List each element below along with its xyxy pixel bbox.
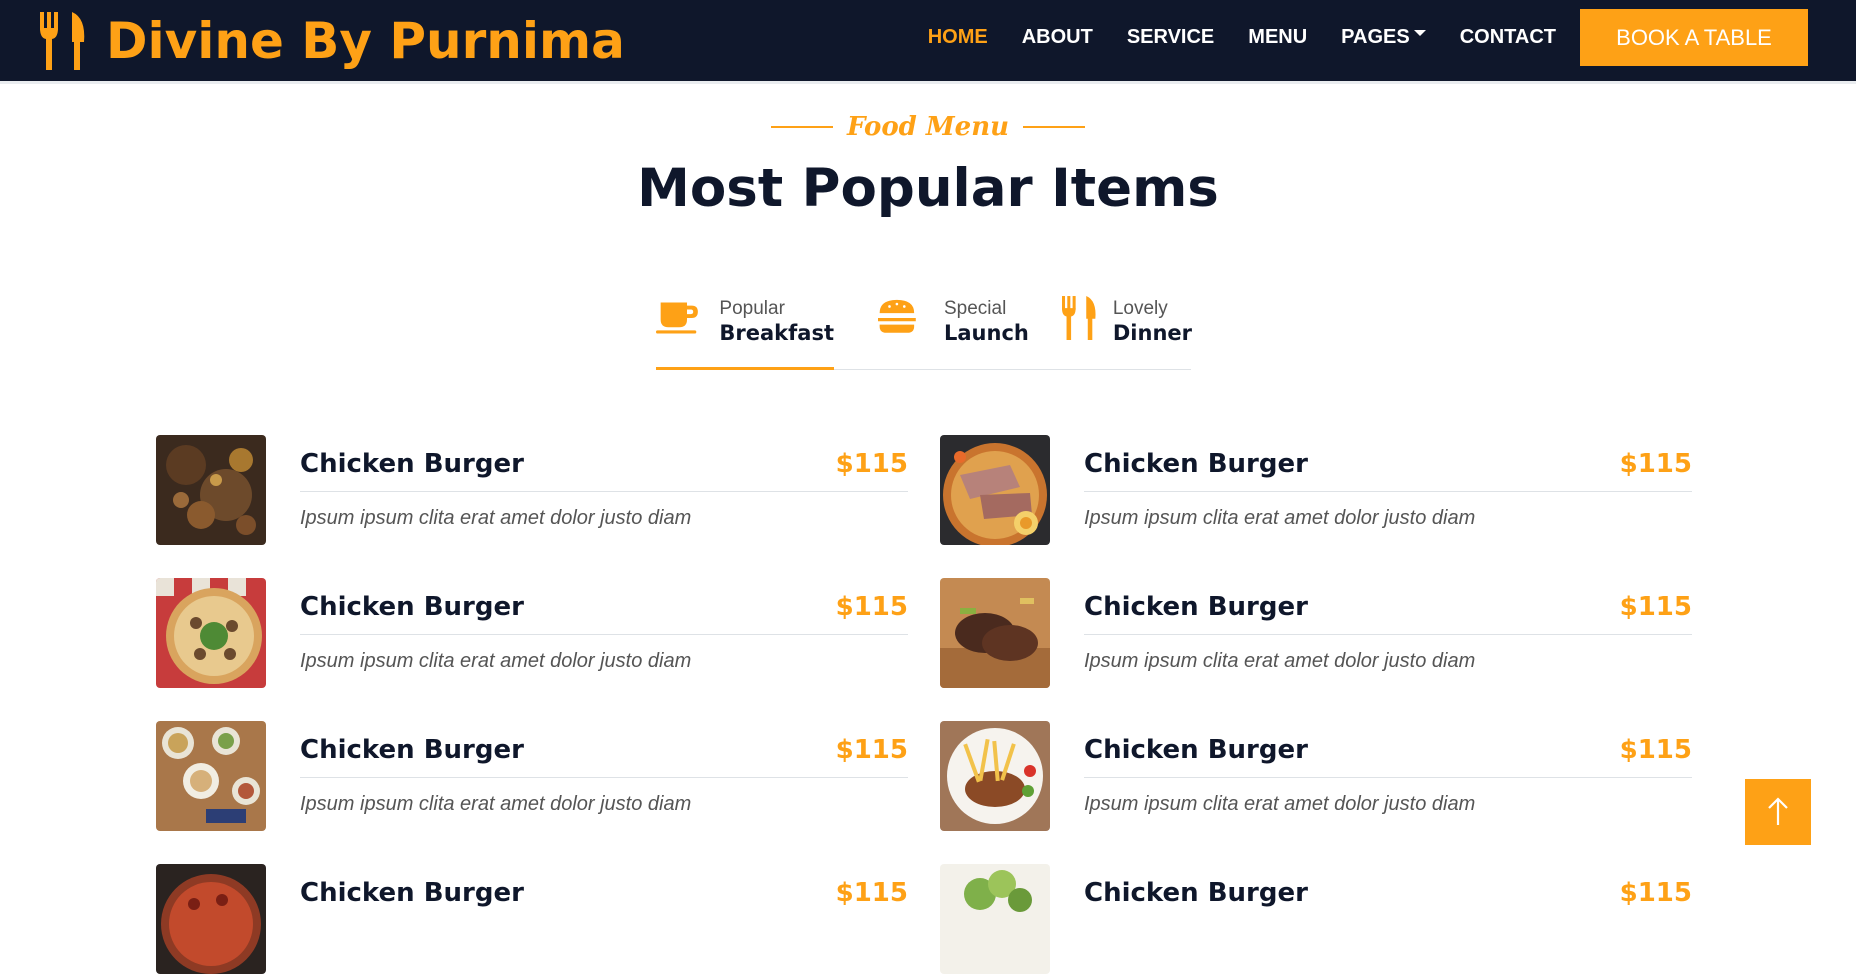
food-photo-pizza[interactable] <box>156 578 266 688</box>
menu-item: Chicken Burger $115 Ipsum ipsum clita er… <box>156 578 908 688</box>
item-price: $115 <box>1619 735 1692 765</box>
item-price: $115 <box>835 449 908 479</box>
nav-service[interactable]: SERVICE <box>1127 26 1214 49</box>
caret-down-icon <box>1413 30 1426 36</box>
tab-breakfast-text: Popular Breakfast <box>719 298 834 347</box>
tab-dinner-big: Dinner <box>1112 321 1192 345</box>
utensils-icon <box>40 12 85 70</box>
nav-menu[interactable]: MENU <box>1248 26 1307 49</box>
item-price: $115 <box>1619 592 1692 622</box>
tab-breakfast-small: Popular <box>719 298 785 319</box>
item-name: Chicken Burger <box>1084 449 1308 479</box>
subtitle-line-right <box>1023 126 1086 128</box>
item-name: Chicken Burger <box>300 592 524 622</box>
nav-contact[interactable]: CONTACT <box>1460 26 1556 49</box>
item-name: Chicken Burger <box>300 735 524 765</box>
item-description: Ipsum ipsum clita erat amet dolor justo … <box>300 793 692 815</box>
nav-home[interactable]: HOME <box>928 26 988 49</box>
tab-launch-text: Special Launch <box>944 298 1029 347</box>
food-photo-steak-fries[interactable] <box>940 721 1050 831</box>
nav-about[interactable]: ABOUT <box>1022 26 1093 49</box>
section-subtitle-row: Food Menu <box>0 112 1856 142</box>
subtitle-line-left <box>770 126 833 128</box>
brand-name: Divine By Purnima <box>106 12 625 70</box>
tab-dinner-text: Lovely Dinner <box>1113 298 1192 347</box>
nav-pages-label: PAGES <box>1341 25 1410 48</box>
menu-item: Chicken Burger $115 Ipsum ipsum clita er… <box>156 721 908 831</box>
brand-logo-link[interactable]: Divine By Purnima <box>40 6 625 76</box>
book-a-table-button[interactable]: BOOK A TABLE <box>1580 9 1808 66</box>
menu-item: Chicken Burger $115 <box>156 864 908 974</box>
tab-launch-small: Special <box>944 298 1007 319</box>
item-description: Ipsum ipsum clita erat amet dolor justo … <box>300 507 692 529</box>
section-subtitle: Food Menu <box>846 112 1010 142</box>
menu-item: Chicken Burger $115 Ipsum ipsum clita er… <box>940 578 1692 688</box>
arrow-up-icon <box>1768 797 1788 825</box>
utensils-icon <box>1062 296 1096 340</box>
tab-breakfast[interactable]: Popular Breakfast <box>656 286 834 370</box>
back-to-top-button[interactable] <box>1745 779 1811 845</box>
item-price: $115 <box>835 592 908 622</box>
menu-item: Chicken Burger $115 Ipsum ipsum clita er… <box>156 435 908 545</box>
item-price: $115 <box>835 878 908 908</box>
section-title: Most Popular Items <box>637 158 1219 219</box>
item-divider <box>300 777 908 778</box>
item-price: $115 <box>1619 878 1692 908</box>
food-photo-salad[interactable] <box>940 864 1050 974</box>
item-description: Ipsum ipsum clita erat amet dolor justo … <box>1084 793 1476 815</box>
item-divider <box>300 491 908 492</box>
item-divider <box>1084 634 1692 635</box>
item-divider <box>1084 491 1692 492</box>
item-description: Ipsum ipsum clita erat amet dolor justo … <box>300 650 692 672</box>
item-name: Chicken Burger <box>300 878 524 908</box>
menu-tabs: Popular Breakfast Special Launch Lovely <box>656 286 1192 370</box>
tab-launch[interactable]: Special Launch <box>878 286 1038 370</box>
item-price: $115 <box>835 735 908 765</box>
nav-pages-dropdown[interactable]: PAGES <box>1341 26 1426 49</box>
navbar: Divine By Purnima HOME ABOUT SERVICE MEN… <box>0 0 1856 81</box>
item-name: Chicken Burger <box>300 449 524 479</box>
food-photo-grilled-platter[interactable] <box>156 435 266 545</box>
food-photo-pepperoni-pizza[interactable] <box>156 864 266 974</box>
hamburger-icon <box>878 299 916 333</box>
food-photo-ramen[interactable] <box>940 435 1050 545</box>
coffee-cup-icon <box>656 302 698 334</box>
navbar-divider <box>0 81 1856 84</box>
item-divider <box>300 634 908 635</box>
tab-launch-big: Launch <box>944 321 1029 345</box>
item-divider <box>1084 777 1692 778</box>
item-name: Chicken Burger <box>1084 735 1308 765</box>
menu-item: Chicken Burger $115 Ipsum ipsum clita er… <box>940 435 1692 545</box>
menu-item: Chicken Burger $115 Ipsum ipsum clita er… <box>940 721 1692 831</box>
item-price: $115 <box>1619 449 1692 479</box>
nav-links: HOME ABOUT SERVICE MENU PAGES CONTACT <box>894 0 1556 74</box>
food-photo-steak[interactable] <box>940 578 1050 688</box>
item-name: Chicken Burger <box>1084 592 1308 622</box>
item-description: Ipsum ipsum clita erat amet dolor justo … <box>1084 650 1476 672</box>
item-name: Chicken Burger <box>1084 878 1308 908</box>
food-photo-table-spread[interactable] <box>156 721 266 831</box>
tab-dinner[interactable]: Lovely Dinner <box>1062 286 1192 370</box>
tab-breakfast-big: Breakfast <box>719 321 834 345</box>
item-description: Ipsum ipsum clita erat amet dolor justo … <box>1084 507 1476 529</box>
menu-item: Chicken Burger $115 <box>940 864 1692 974</box>
tab-dinner-small: Lovely <box>1112 298 1168 319</box>
